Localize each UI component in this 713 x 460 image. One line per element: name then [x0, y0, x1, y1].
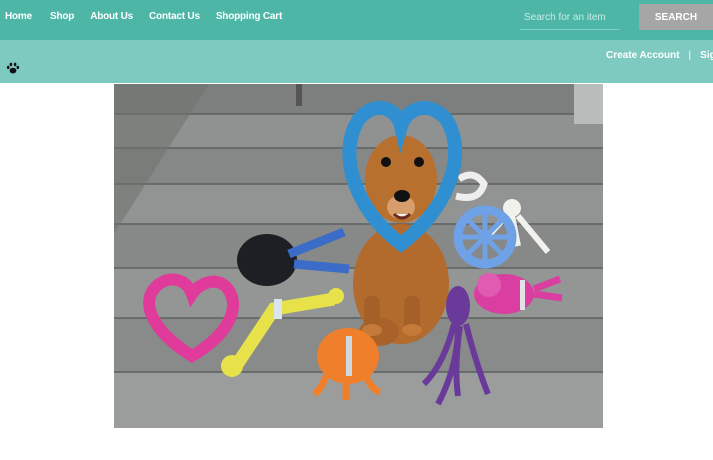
- account-links: Create Account | Sign in: [606, 48, 713, 62]
- nav-about-link[interactable]: About Us: [90, 11, 133, 22]
- nav-home-link[interactable]: Home: [5, 11, 32, 22]
- nav-contact-link[interactable]: Contact Us: [149, 11, 200, 22]
- search-button[interactable]: SEARCH: [639, 4, 713, 30]
- account-separator: |: [688, 49, 692, 61]
- top-nav-bar: Home Shop About Us Contact Us Shopping C…: [0, 0, 713, 40]
- secondary-bar: Create Account | Sign in: [0, 40, 713, 83]
- paw-icon[interactable]: [6, 61, 20, 75]
- nav-shop-link[interactable]: Shop: [50, 11, 74, 22]
- search-input[interactable]: [520, 6, 620, 30]
- create-account-link[interactable]: Create Account: [606, 50, 680, 61]
- dog-with-toys-photo: [114, 84, 603, 428]
- hero-image: [114, 84, 603, 428]
- nav-cart-link[interactable]: Shopping Cart: [216, 11, 282, 22]
- main-nav: Home Shop About Us Contact Us Shopping C…: [0, 0, 282, 33]
- sign-in-link[interactable]: Sign in: [700, 50, 713, 61]
